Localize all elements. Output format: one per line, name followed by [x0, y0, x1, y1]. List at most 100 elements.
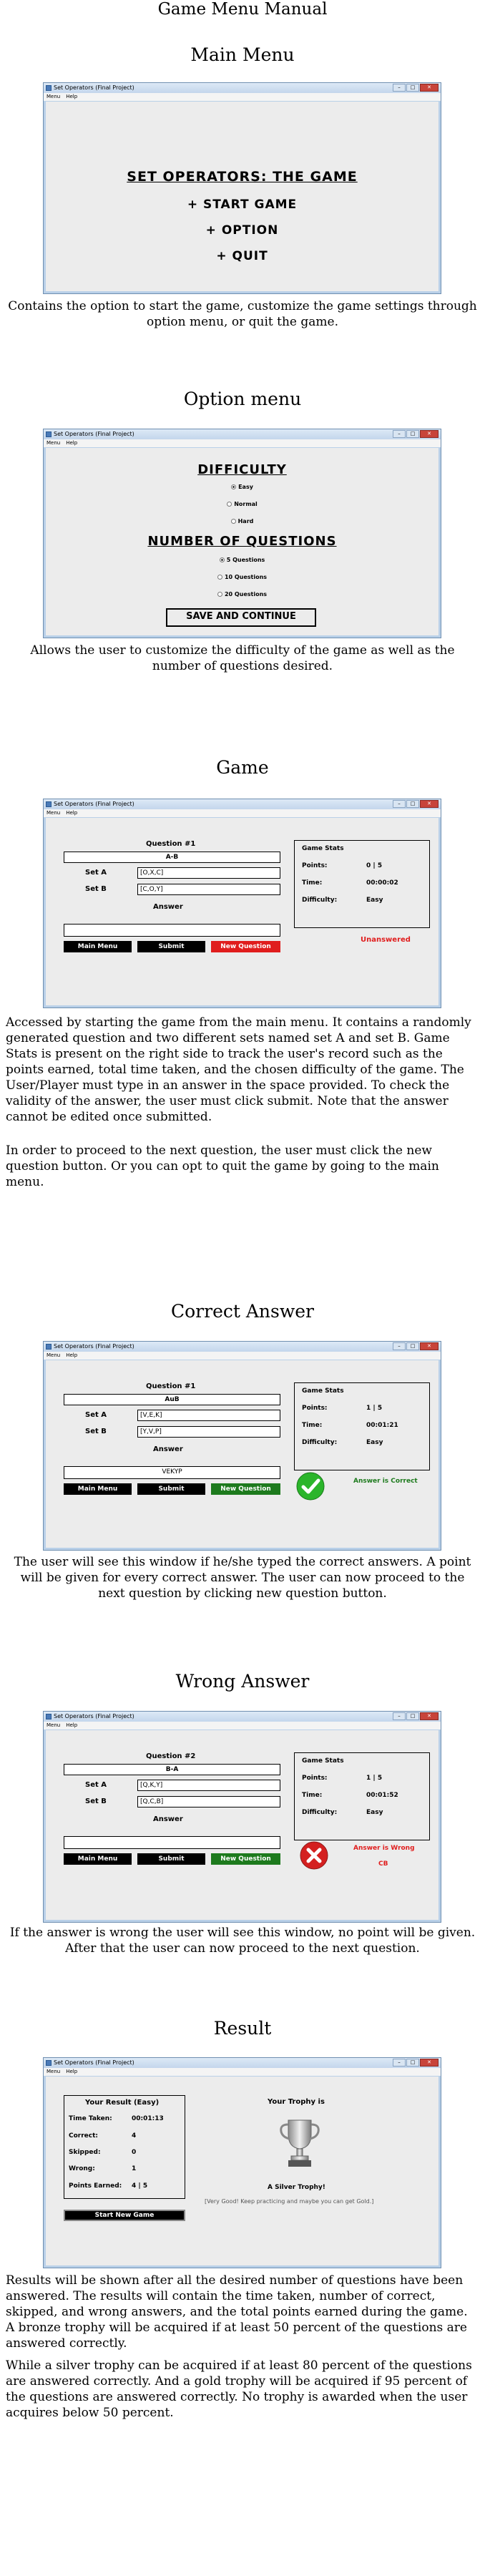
save-and-continue-button[interactable]: SAVE AND CONTINUE — [166, 608, 316, 627]
time-label: Time: — [302, 879, 323, 887]
doc-title: Game Menu Manual — [157, 0, 328, 19]
minimize-button[interactable]: – — [393, 84, 406, 92]
close-button[interactable]: ✕ — [420, 1342, 439, 1350]
menu-help[interactable]: Help — [66, 2069, 77, 2074]
minimize-button[interactable]: – — [393, 2059, 406, 2067]
menu-menu[interactable]: Menu — [46, 810, 60, 816]
result-label-wrong: Wrong: — [69, 2165, 95, 2172]
main-menu-button[interactable]: Main Menu — [64, 1483, 132, 1495]
maximize-button[interactable]: □ — [406, 1712, 419, 1720]
app-icon — [46, 1714, 52, 1719]
difficulty-value: Easy — [366, 1809, 383, 1816]
correct-client: Question #1 AuB Set A [V,E,K] Set B [Y,V… — [46, 1360, 439, 1548]
start-game-button[interactable]: + START GAME — [46, 197, 439, 212]
menu-menu[interactable]: Menu — [46, 94, 60, 99]
window-titlebar: Set Operators (Final Project) – □ ✕ — [44, 83, 441, 93]
submit-button[interactable]: Submit — [137, 1853, 205, 1865]
minimize-button[interactable]: – — [393, 430, 406, 438]
correct-window: Set Operators (Final Project) – □ ✕ Menu He… — [43, 1341, 441, 1551]
submit-button[interactable]: Submit — [137, 1483, 205, 1495]
close-button[interactable]: ✕ — [420, 430, 439, 438]
section-heading-wrong: Wrong Answer — [175, 1671, 310, 1692]
radio-icon — [217, 575, 222, 580]
menu-help[interactable]: Help — [66, 1352, 77, 1358]
answer-input[interactable]: VEKYP — [64, 1466, 280, 1479]
app-icon — [46, 801, 52, 807]
silver-trophy-icon — [280, 2119, 320, 2167]
x-mark-icon — [300, 1841, 328, 1870]
radio-5-questions[interactable]: 5 Questions — [46, 557, 439, 563]
submit-button[interactable]: Submit — [137, 941, 205, 952]
radio-normal[interactable]: Normal — [46, 501, 439, 507]
main-menu-window: Set Operators (Final Project) – □ ✕ Menu He… — [43, 82, 441, 294]
radio-20-questions[interactable]: 20 Questions — [46, 591, 439, 597]
radio-10-questions[interactable]: 10 Questions — [46, 574, 439, 580]
new-question-button[interactable]: New Question — [211, 1853, 280, 1865]
menu-help[interactable]: Help — [66, 94, 77, 99]
checkmark-icon — [296, 1472, 325, 1501]
points-value: 1 | 5 — [366, 1405, 383, 1412]
points-value: 0 | 5 — [366, 862, 383, 869]
difficulty-title: DIFFICULTY — [197, 462, 287, 477]
minimize-button[interactable]: – — [393, 1342, 406, 1350]
answer-input[interactable] — [64, 1836, 280, 1849]
answer-label: Answer — [153, 903, 183, 911]
menu-bar: Menu Help — [44, 2068, 441, 2076]
maximize-button[interactable]: □ — [406, 84, 419, 92]
menu-menu[interactable]: Menu — [46, 1722, 60, 1728]
radio-hard[interactable]: Hard — [46, 518, 439, 525]
result-value-skipped: 0 — [132, 2149, 137, 2156]
radio-easy[interactable]: Easy — [46, 484, 439, 490]
wrong-description: If the answer is wrong the user will see… — [9, 1926, 476, 1956]
time-value: 00:01:21 — [366, 1422, 398, 1429]
app-icon — [46, 431, 52, 437]
maximize-button[interactable]: □ — [406, 430, 419, 438]
main-menu-button[interactable]: Main Menu — [64, 941, 132, 952]
stats-title: Game Stats — [302, 845, 344, 852]
menu-help[interactable]: Help — [66, 810, 77, 816]
option-button[interactable]: + OPTION — [46, 223, 439, 238]
set-b-box: [C,O,Y] — [137, 884, 280, 895]
game-description-1: Accessed by starting the game from the m… — [6, 1015, 471, 1124]
result-label-points: Points Earned: — [69, 2182, 122, 2190]
status-text: Unanswered — [361, 936, 411, 944]
close-button[interactable]: ✕ — [420, 84, 439, 92]
trophy-title: Your Trophy is — [268, 2098, 325, 2106]
time-value: 00:01:52 — [366, 1792, 398, 1799]
close-button[interactable]: ✕ — [420, 2059, 439, 2067]
radio-selected-icon — [231, 484, 237, 489]
minimize-button[interactable]: – — [393, 1712, 406, 1720]
menu-help[interactable]: Help — [66, 440, 77, 446]
status-text: Answer is Correct — [353, 1478, 418, 1485]
maximize-button[interactable]: □ — [406, 800, 419, 808]
main-menu-button[interactable]: Main Menu — [64, 1853, 132, 1865]
result-label-skipped: Skipped: — [69, 2149, 101, 2156]
result-title: Your Result (Easy) — [85, 2099, 160, 2107]
set-b-box: [Y,V,P] — [137, 1426, 280, 1438]
result-value-time: 00:01:13 — [132, 2115, 164, 2122]
app-icon — [46, 2060, 52, 2066]
close-button[interactable]: ✕ — [420, 800, 439, 808]
section-heading-game: Game — [216, 757, 269, 778]
close-button[interactable]: ✕ — [420, 1712, 439, 1720]
menu-menu[interactable]: Menu — [46, 2069, 60, 2074]
answer-input[interactable] — [64, 924, 280, 937]
minimize-button[interactable]: – — [393, 800, 406, 808]
stats-title: Game Stats — [302, 1757, 344, 1765]
maximize-button[interactable]: □ — [406, 1342, 419, 1350]
menu-menu[interactable]: Menu — [46, 1352, 60, 1358]
points-value: 1 | 5 — [366, 1775, 383, 1782]
set-b-box: [Q,C,B] — [137, 1796, 280, 1807]
menu-help[interactable]: Help — [66, 1722, 77, 1728]
new-question-button[interactable]: New Question — [211, 941, 280, 952]
quit-button[interactable]: + QUIT — [46, 249, 439, 263]
section-heading-result: Result — [213, 2018, 272, 2039]
questions-title: NUMBER OF QUESTIONS — [147, 534, 337, 549]
difficulty-label: Difficulty: — [302, 897, 338, 904]
new-question-button[interactable]: New Question — [211, 1483, 280, 1495]
menu-menu[interactable]: Menu — [46, 440, 60, 446]
difficulty-value: Easy — [366, 897, 383, 904]
start-new-game-button[interactable]: Start New Game — [64, 2210, 185, 2221]
radio-icon — [217, 592, 222, 597]
maximize-button[interactable]: □ — [406, 2059, 419, 2067]
